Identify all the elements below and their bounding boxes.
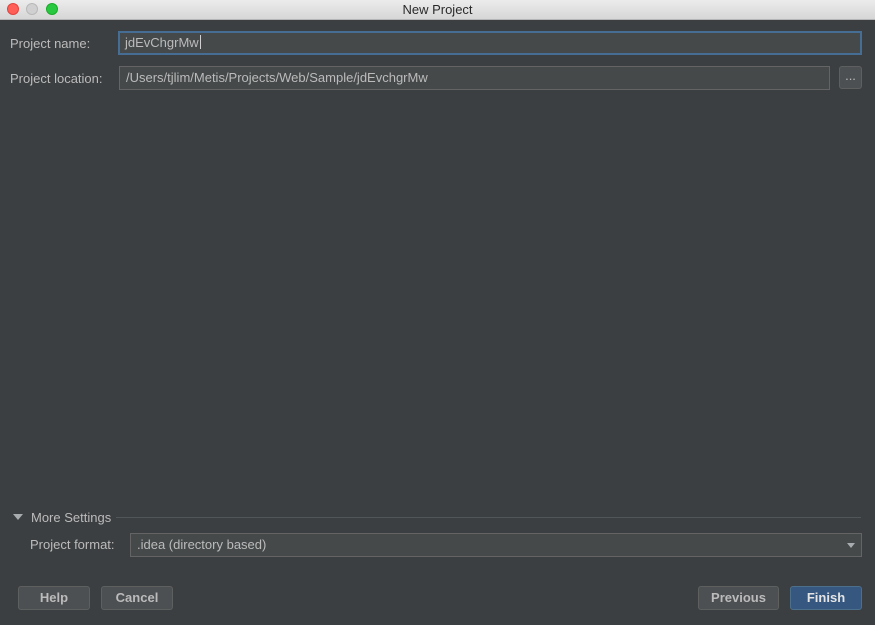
window-title-bar: New Project (0, 0, 875, 20)
browse-location-button[interactable]: ... (839, 66, 862, 89)
project-name-input[interactable]: jdEvChgrMw (118, 31, 862, 55)
finish-button[interactable]: Finish (790, 586, 862, 610)
more-settings-separator (116, 517, 861, 518)
dropdown-arrow-icon (847, 543, 855, 548)
cancel-button[interactable]: Cancel (101, 586, 173, 610)
more-settings-chevron-down-icon[interactable] (13, 514, 23, 520)
project-format-select[interactable]: .idea (directory based) (130, 533, 862, 557)
project-format-value: .idea (directory based) (137, 537, 267, 552)
window-title: New Project (402, 2, 473, 17)
project-name-label: Project name: (10, 36, 91, 51)
help-button[interactable]: Help (18, 586, 90, 610)
project-name-value: jdEvChgrMw (125, 35, 199, 50)
previous-button[interactable]: Previous (698, 586, 779, 610)
text-caret (199, 35, 201, 49)
more-settings-toggle[interactable]: More Settings (31, 510, 111, 525)
project-format-label: Project format: (30, 537, 115, 552)
project-location-input[interactable]: /Users/tjlim/Metis/Projects/Web/Sample/j… (119, 66, 830, 90)
project-location-label: Project location: (10, 71, 103, 86)
